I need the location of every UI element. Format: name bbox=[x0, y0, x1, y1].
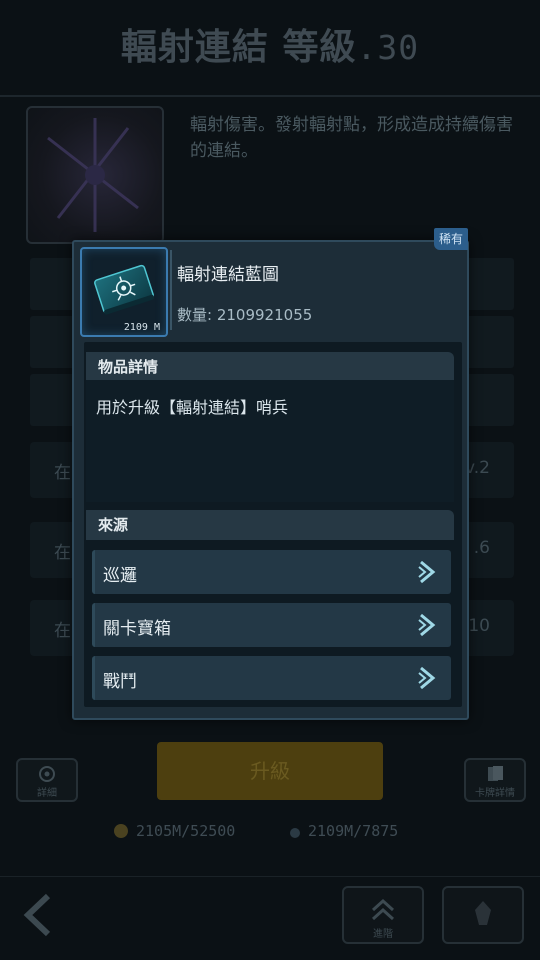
row-value: .6 bbox=[473, 538, 490, 558]
advance-label: 進階 bbox=[373, 929, 393, 940]
card-details-label: 卡牌詳情 bbox=[475, 788, 515, 799]
page-title: 輻射連結 等級.30 bbox=[0, 0, 540, 95]
gold-cost-value: 2105M/52500 bbox=[136, 822, 236, 840]
gear-icon bbox=[39, 766, 55, 782]
quantity-label: 數量: bbox=[177, 306, 213, 324]
item-quantity: 數量: 2109921055 bbox=[177, 304, 312, 325]
coin-icon bbox=[114, 824, 128, 838]
nav-button[interactable] bbox=[442, 886, 524, 944]
source-label: 戰鬥 bbox=[103, 672, 137, 692]
details-button-label: 詳細 bbox=[37, 788, 57, 799]
source-button-battle[interactable]: 戰鬥 bbox=[92, 656, 451, 700]
source-label: 巡邏 bbox=[103, 566, 137, 586]
rarity-badge: 稀有 bbox=[434, 228, 468, 250]
card-details-button[interactable]: 卡牌詳情 bbox=[464, 758, 526, 802]
details-button[interactable]: 詳細 bbox=[16, 758, 78, 802]
skill-description: 輻射傷害。發射輻射點，形成造成持續傷害的連結。 bbox=[190, 115, 513, 161]
level-text: 等級 bbox=[282, 27, 357, 68]
blueprint-cost-value: 2109M/7875 bbox=[308, 822, 399, 840]
details-text: 用於升級【輻射連結】哨兵 bbox=[96, 398, 289, 417]
skill-thumbnail bbox=[26, 106, 164, 244]
sentry-icon bbox=[475, 901, 491, 925]
title-divider bbox=[0, 95, 540, 97]
double-chevron-up-icon bbox=[371, 898, 395, 921]
row-label: 在 bbox=[54, 543, 71, 563]
gold-cost: 2105M/52500 bbox=[114, 822, 235, 840]
item-count-badge: 2109 M bbox=[123, 322, 160, 333]
advance-button[interactable]: 進階 bbox=[342, 886, 424, 944]
row-label: 在 bbox=[54, 463, 71, 483]
header-divider bbox=[170, 250, 172, 330]
back-arrow-icon[interactable] bbox=[18, 890, 58, 940]
chevron-right-icon bbox=[418, 666, 436, 690]
bottom-divider bbox=[0, 876, 540, 877]
source-section-header: 來源 bbox=[86, 510, 454, 540]
item-icon-frame: 2109 M bbox=[80, 247, 168, 337]
quantity-value: 2109921055 bbox=[216, 306, 313, 324]
source-button-stage-chest[interactable]: 關卡寶箱 bbox=[92, 603, 451, 647]
details-section-header: 物品詳情 bbox=[86, 352, 454, 382]
row-label: 在 bbox=[54, 621, 71, 641]
blueprint-icon bbox=[290, 828, 300, 838]
blueprint-cost: 2109M/7875 bbox=[290, 822, 398, 840]
chevron-right-icon bbox=[418, 560, 436, 584]
cards-icon bbox=[488, 766, 503, 781]
level-value: .30 bbox=[356, 28, 420, 67]
item-name: 輻射連結藍圖 bbox=[177, 265, 279, 285]
upgrade-button[interactable]: 升級 bbox=[157, 742, 383, 800]
source-label: 關卡寶箱 bbox=[103, 619, 171, 639]
skill-name: 輻射連結 bbox=[120, 27, 269, 68]
source-button-patrol[interactable]: 巡邏 bbox=[92, 550, 451, 594]
chevron-right-icon bbox=[418, 613, 436, 637]
